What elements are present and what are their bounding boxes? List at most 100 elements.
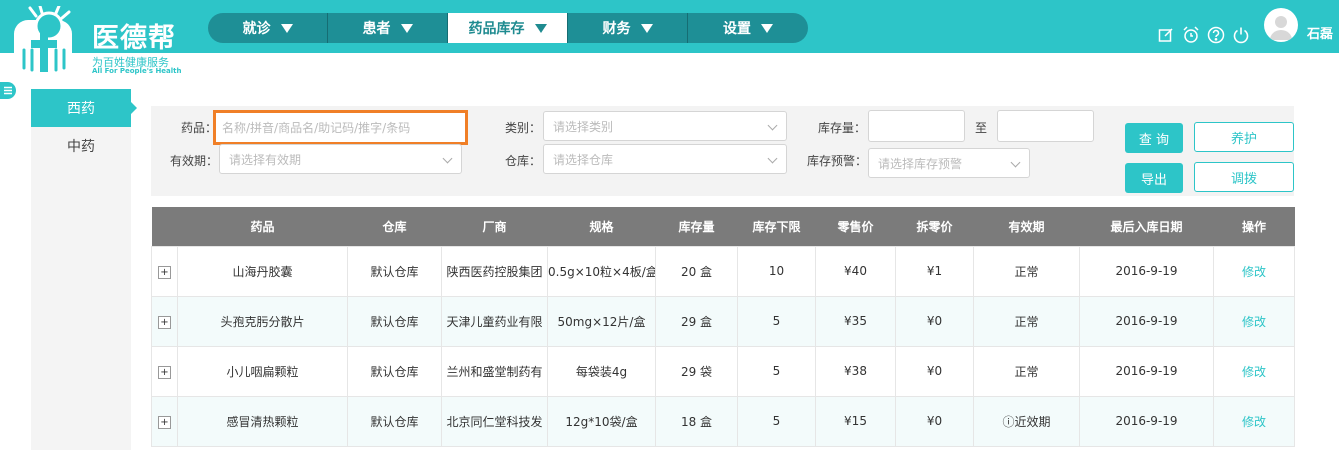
spec-cell: 50mg×12片/盒 [547, 295, 656, 347]
chevron-down-icon [767, 153, 778, 164]
drug-name-cell: 小儿咽扁颗粒 [177, 345, 348, 397]
drug-inventory-table: 药品 仓库 厂商 规格 库存量 库存下限 零售价 拆零价 有效期 最后入库日期 … [151, 207, 1295, 447]
validity-select[interactable]: 请选择有效期 [219, 144, 462, 174]
sidebar-toggle[interactable] [0, 82, 16, 99]
stock-cell: 29 盒 [655, 295, 738, 347]
maintain-button[interactable]: 养护 [1194, 122, 1294, 152]
column-header: 规格 [547, 207, 656, 246]
warehouse-select[interactable]: 请选择仓库 [543, 144, 787, 174]
last-in-date-cell: 2016-9-19 [1079, 245, 1214, 297]
last-in-date-cell: 2016-9-19 [1079, 295, 1214, 347]
top-header: 医德帮 为百姓健康服务 All For People's Health 就诊 患… [0, 0, 1339, 76]
maker-cell: 陕西医药控股集团 [441, 245, 548, 297]
column-header [151, 207, 178, 246]
caret-down-icon [400, 23, 413, 33]
drug-search-input[interactable]: 名称/拼音/商品名/助记码/推字/条码 [213, 110, 468, 145]
nav-item-settings[interactable]: 设置 [688, 13, 808, 43]
category-label: 类别： [505, 121, 542, 135]
menu-icon [4, 86, 12, 95]
edit-link[interactable]: 修改 [1242, 315, 1266, 329]
spec-cell: 12g*10袋/盒 [547, 395, 656, 447]
expand-row-button[interactable]: + [158, 315, 171, 329]
query-button[interactable]: 查 询 [1125, 123, 1183, 153]
main-nav: 就诊 患者 药品库存 财务 设置 [208, 13, 808, 43]
column-header: 有效期 [973, 207, 1080, 246]
chevron-down-icon [442, 153, 453, 164]
validity-warning-cell: ⓘ近效期 [973, 395, 1080, 447]
transfer-button[interactable]: 调拨 [1194, 162, 1294, 192]
chevron-down-icon [1010, 157, 1021, 168]
nav-label: 设置 [723, 21, 751, 37]
drug-search-placeholder: 名称/拼音/商品名/助记码/推字/条码 [222, 121, 411, 135]
edit-link[interactable]: 修改 [1242, 265, 1266, 279]
validity-cell: 正常 [973, 345, 1080, 397]
nav-label: 就诊 [242, 21, 271, 37]
maker-cell: 天津儿童药业有限 [441, 295, 548, 347]
nav-item-patients[interactable]: 患者 [328, 13, 448, 43]
edit-icon[interactable] [1156, 25, 1175, 44]
retail-price-cell: ¥38 [815, 345, 896, 397]
edit-link[interactable]: 修改 [1242, 365, 1266, 379]
brand-name: 医德帮 [92, 23, 176, 54]
user-avatar[interactable] [1264, 8, 1298, 42]
last-in-date-cell: 2016-9-19 [1079, 395, 1214, 447]
drug-name-cell: 感冒清热颗粒 [177, 395, 348, 447]
stock-min-input[interactable] [868, 110, 965, 142]
column-header: 药品 [177, 207, 348, 246]
split-price-cell: ¥0 [895, 295, 974, 347]
sidebar-item-western-medicine[interactable]: 西药 [31, 89, 137, 127]
drug-name-cell: 头孢克肟分散片 [177, 295, 348, 347]
edit-link[interactable]: 修改 [1242, 415, 1266, 429]
stock-warning-select[interactable]: 请选择库存预警 [868, 148, 1030, 178]
stock-warning-placeholder: 请选择库存预警 [878, 156, 963, 171]
brand-logo[interactable]: 医德帮 为百姓健康服务 All For People's Health [12, 6, 182, 78]
action-cell: 修改 [1213, 245, 1295, 297]
stock-min-cell: 5 [737, 295, 816, 347]
warehouse-cell: 默认仓库 [347, 395, 442, 447]
stock-min-cell: 10 [737, 245, 816, 297]
logo-mark-icon [14, 6, 72, 76]
user-name[interactable]: 石磊 [1307, 23, 1333, 42]
power-icon[interactable] [1231, 25, 1250, 44]
expand-row-button[interactable]: + [158, 265, 171, 279]
retail-price-cell: ¥35 [815, 295, 896, 347]
warehouse-placeholder: 请选择仓库 [553, 152, 614, 167]
spec-cell: 0.5g×10粒×4板/盒 [547, 245, 656, 297]
stock-max-input[interactable] [997, 110, 1094, 142]
category-placeholder: 请选择类别 [553, 119, 614, 134]
drug-label: 药品： [181, 121, 218, 135]
warehouse-cell: 默认仓库 [347, 345, 442, 397]
nav-item-visit[interactable]: 就诊 [208, 13, 328, 43]
action-cell: 修改 [1213, 345, 1295, 397]
expand-row-button[interactable]: + [158, 415, 171, 429]
maker-cell: 北京同仁堂科技发 [441, 395, 548, 447]
stock-warning-label: 库存预警： [807, 154, 868, 168]
warehouse-label: 仓库： [505, 154, 542, 168]
category-select[interactable]: 请选择类别 [543, 111, 787, 141]
export-button[interactable]: 导出 [1125, 163, 1183, 193]
stock-cell: 29 袋 [655, 345, 738, 397]
caret-down-icon [534, 23, 547, 33]
filter-panel: 药品： 名称/拼音/商品名/助记码/推字/条码 类别： 请选择类别 库存量： 至… [151, 106, 1294, 196]
last-in-date-cell: 2016-9-19 [1079, 345, 1214, 397]
nav-label: 患者 [362, 21, 391, 37]
split-price-cell: ¥0 [895, 395, 974, 447]
nav-item-drug-inventory[interactable]: 药品库存 [448, 13, 568, 43]
stock-label: 库存量： [818, 121, 867, 135]
nav-label: 财务 [602, 21, 631, 37]
sidebar: 西药 中药 [31, 89, 137, 450]
nav-item-finance[interactable]: 财务 [568, 13, 688, 43]
header-icons [1156, 25, 1250, 44]
expand-cell: + [151, 245, 178, 297]
stock-to-label: 至 [975, 121, 988, 135]
sidebar-item-chinese-medicine[interactable]: 中药 [31, 127, 131, 165]
split-price-cell: ¥1 [895, 245, 974, 297]
validity-cell: 正常 [973, 295, 1080, 347]
expand-row-button[interactable]: + [158, 365, 171, 379]
drug-name-cell: 山海丹胶囊 [177, 245, 348, 297]
column-header: 拆零价 [895, 207, 974, 246]
stock-min-cell: 5 [737, 395, 816, 447]
alarm-clock-icon[interactable] [1181, 25, 1200, 44]
help-icon[interactable] [1206, 25, 1225, 44]
spec-cell: 每袋装4g [547, 345, 656, 397]
